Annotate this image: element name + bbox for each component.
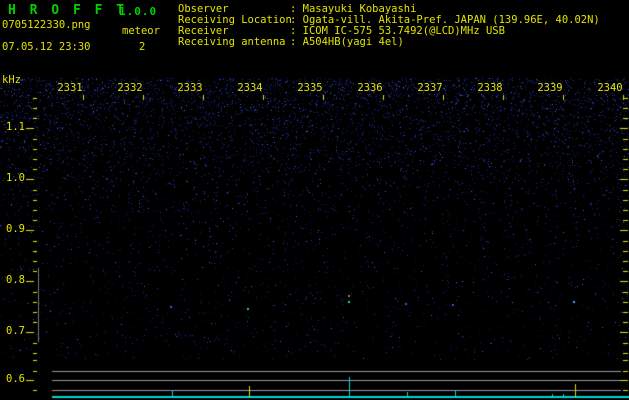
freq-tick-label: 0.8 — [6, 274, 25, 286]
time-tick-label: 2331 — [57, 82, 83, 94]
time-tick-label: 2340 — [597, 82, 623, 94]
freq-tick-label: 1.0 — [6, 172, 25, 184]
output-filename: 0705122330.png — [2, 19, 91, 31]
time-tick-label: 2338 — [477, 82, 503, 94]
freq-tick-label: 0.7 — [6, 325, 25, 337]
station-row: Receiving antenna : A504HB(yagi 4el) — [178, 36, 404, 48]
spectrogram-canvas — [0, 0, 629, 400]
khz-axis-label: kHz — [2, 74, 21, 86]
time-tick-label: 2336 — [357, 82, 383, 94]
app-version: 1.0.0 — [119, 5, 158, 18]
station-row-label: Receiving antenna — [178, 36, 286, 48]
freq-tick-label: 0.6 — [6, 373, 25, 385]
time-tick-label: 2333 — [177, 82, 203, 94]
time-tick-label: 2339 — [537, 82, 563, 94]
freq-tick-label: 1.1 — [6, 121, 25, 133]
time-tick-label: 2335 — [297, 82, 323, 94]
datetime-label: 07.05.12 23:30 — [2, 41, 91, 53]
time-tick-label: 2332 — [117, 82, 143, 94]
time-tick-label: 2337 — [417, 82, 443, 94]
freq-tick-label: 0.9 — [6, 223, 25, 235]
station-row-value: : A504HB(yagi 4el) — [290, 36, 404, 48]
app-title: H R O F F T — [8, 3, 128, 18]
time-tick-label: 2334 — [237, 82, 263, 94]
mode-label: meteor — [122, 25, 160, 37]
meteor-count: 2 — [139, 41, 146, 53]
hrofft-window: H R O F F T 1.0.0 0705122330.png meteor … — [0, 0, 629, 400]
